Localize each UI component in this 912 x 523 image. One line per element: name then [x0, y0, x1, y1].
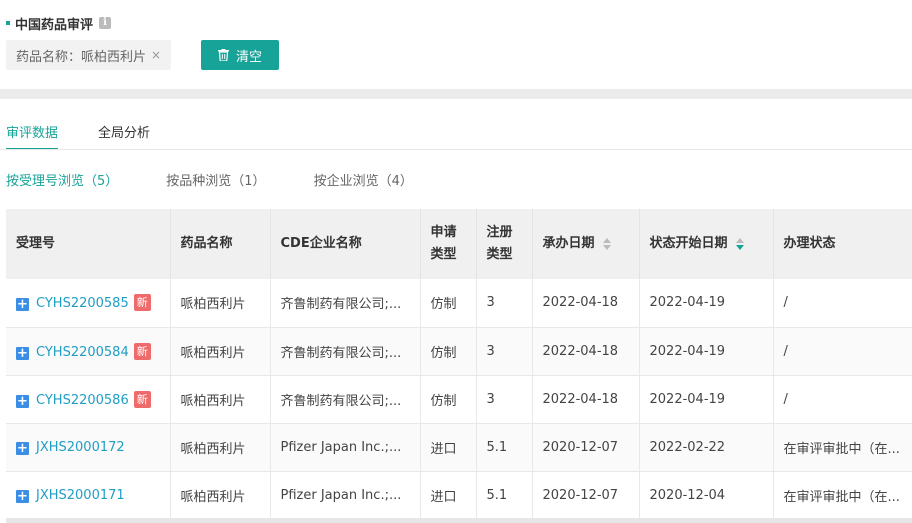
- col-status-start-date-label: 状态开始日期: [649, 236, 728, 251]
- cell-undertake-date: 2022-04-18: [532, 279, 640, 328]
- col-drug-name: 药品名称: [170, 209, 271, 279]
- close-icon[interactable]: ×: [151, 48, 161, 62]
- filter-tag-label: 药品名称：哌柏西利片: [16, 49, 147, 65]
- clear-button-label: 清空: [235, 49, 262, 65]
- trash-icon: [217, 49, 229, 61]
- cell-status: /: [773, 375, 912, 424]
- new-badge: 新: [133, 294, 151, 312]
- cell-apply-type: 仿制: [420, 327, 477, 376]
- cell-status-start-date: 2022-04-19: [639, 375, 774, 424]
- cell-undertake-date: 2022-04-18: [532, 375, 640, 424]
- acceptance-no-link[interactable]: JXHS2000172: [36, 440, 125, 455]
- cell-drug-name: 哌柏西利片: [170, 471, 271, 520]
- horizontal-scrollbar[interactable]: [6, 518, 912, 523]
- expand-plus-icon[interactable]: +: [16, 489, 29, 503]
- main-tabs: 审评数据 全局分析: [6, 122, 190, 150]
- cell-drug-name: 哌柏西利片: [170, 327, 271, 376]
- tab-global-analysis[interactable]: 全局分析: [98, 122, 150, 150]
- cell-apply-type: 进口: [420, 423, 477, 472]
- cell-reg-type: 3: [476, 279, 533, 328]
- cell-status-start-date: 2022-02-22: [639, 423, 774, 472]
- cell-status: /: [773, 327, 912, 376]
- tabs-divider: [0, 149, 912, 150]
- cell-acceptance-no: + CYHS2200586 新: [6, 375, 171, 424]
- cell-company-name: 齐鲁制药有限公司;...: [270, 279, 421, 328]
- table-row: + JXHS2000172 哌柏西利片 Pfizer Japan Inc.;... 进口…: [6, 423, 912, 472]
- cell-company-name: Pfizer Japan Inc.;...: [270, 471, 421, 520]
- col-status-start-date[interactable]: 状态开始日期: [639, 209, 774, 279]
- cell-status-start-date: 2022-04-19: [639, 279, 774, 328]
- col-status: 办理状态: [773, 209, 912, 279]
- table-row: + JXHS2000171 哌柏西利片 Pfizer Japan Inc.;... 进口…: [6, 471, 912, 520]
- clear-button[interactable]: 清空: [201, 40, 279, 70]
- col-reg-type: 注册 类型: [476, 209, 533, 279]
- cell-reg-type: 3: [476, 327, 533, 376]
- cell-status: /: [773, 279, 912, 328]
- subtab-by-variety[interactable]: 按品种浏览（1）: [166, 170, 265, 189]
- cell-company-name: Pfizer Japan Inc.;...: [270, 423, 421, 472]
- cell-undertake-date: 2022-04-18: [532, 327, 640, 376]
- cell-acceptance-no: + CYHS2200584 新: [6, 327, 171, 376]
- cell-status: 在审评审批中（在...: [773, 471, 912, 520]
- cell-reg-type: 3: [476, 375, 533, 424]
- table-header-row: 受理号 药品名称 CDE企业名称 申请类型 注册类型 承办日期 状态开始日期 办…: [6, 209, 912, 279]
- cell-acceptance-no: + JXHS2000171: [6, 471, 171, 520]
- cell-acceptance-no: + CYHS2200585 新: [6, 279, 171, 328]
- expand-plus-icon[interactable]: +: [16, 394, 29, 408]
- new-badge: 新: [133, 390, 151, 408]
- col-undertake-date-label: 承办日期: [542, 236, 595, 251]
- cell-company-name: 齐鲁制药有限公司;...: [270, 375, 421, 424]
- acceptance-no-link[interactable]: CYHS2200586: [36, 393, 129, 408]
- page-title-row: 中国药品审评 i: [6, 12, 112, 34]
- view-subtabs: 按受理号浏览（5） 按品种浏览（1） 按企业浏览（4）: [6, 170, 461, 189]
- sort-icon[interactable]: [602, 237, 611, 250]
- cell-apply-type: 仿制: [420, 279, 477, 328]
- results-table: 受理号 药品名称 CDE企业名称 申请类型 注册类型 承办日期 状态开始日期 办…: [6, 209, 912, 523]
- cell-drug-name: 哌柏西利片: [170, 279, 271, 328]
- col-company-name: CDE企业名称: [270, 209, 421, 279]
- col-reg-type-line1: 注册: [486, 225, 513, 240]
- col-apply-type-line2: 类型: [430, 247, 457, 262]
- cell-status: 在审评审批中（在...: [773, 423, 912, 472]
- cell-company-name: 齐鲁制药有限公司;...: [270, 327, 421, 376]
- table-row: + CYHS2200586 新哌柏西利片 齐鲁制药有限公司;... 仿制 3 2022-04…: [6, 375, 912, 424]
- acceptance-no-link[interactable]: CYHS2200584: [36, 345, 129, 360]
- cell-status-start-date: 2022-04-19: [639, 327, 774, 376]
- col-apply-type-line1: 申请: [430, 225, 457, 240]
- cell-undertake-date: 2020-12-07: [532, 423, 640, 472]
- cell-apply-type: 进口: [420, 471, 477, 520]
- table-row: + CYHS2200584 新哌柏西利片 齐鲁制药有限公司;... 仿制 3 2022-04…: [6, 327, 912, 376]
- cell-apply-type: 仿制: [420, 375, 477, 424]
- info-icon[interactable]: i: [99, 17, 112, 29]
- subtab-by-acceptance-no[interactable]: 按受理号浏览（5）: [6, 170, 118, 189]
- col-apply-type: 申请 类型: [420, 209, 477, 279]
- expand-plus-icon[interactable]: +: [16, 441, 29, 455]
- new-badge: 新: [133, 342, 151, 360]
- cell-reg-type: 5.1: [476, 471, 533, 520]
- section-divider: [0, 89, 912, 99]
- col-acceptance-no: 受理号: [6, 209, 171, 279]
- col-undertake-date[interactable]: 承办日期: [532, 209, 640, 279]
- col-reg-type-line2: 类型: [486, 247, 513, 262]
- expand-plus-icon[interactable]: +: [16, 346, 29, 360]
- acceptance-no-link[interactable]: CYHS2200585: [36, 296, 129, 311]
- tab-review-data[interactable]: 审评数据: [6, 122, 59, 150]
- cell-drug-name: 哌柏西利片: [170, 423, 271, 472]
- acceptance-no-link[interactable]: JXHS2000171: [36, 488, 125, 503]
- table-row: + CYHS2200585 新哌柏西利片 齐鲁制药有限公司;... 仿制 3 2022-04…: [6, 279, 912, 328]
- filter-tag: 药品名称：哌柏西利片 ×: [6, 40, 172, 70]
- cell-reg-type: 5.1: [476, 423, 533, 472]
- cell-acceptance-no: + JXHS2000172: [6, 423, 171, 472]
- page-title: 中国药品审评: [15, 17, 94, 33]
- subtab-by-company[interactable]: 按企业浏览（4）: [314, 170, 413, 189]
- expand-plus-icon[interactable]: +: [16, 298, 29, 312]
- cell-drug-name: 哌柏西利片: [170, 375, 271, 424]
- cell-undertake-date: 2020-12-07: [532, 471, 640, 520]
- cell-status-start-date: 2020-12-04: [639, 471, 774, 520]
- title-marker: [6, 21, 10, 25]
- sort-icon[interactable]: [735, 237, 744, 250]
